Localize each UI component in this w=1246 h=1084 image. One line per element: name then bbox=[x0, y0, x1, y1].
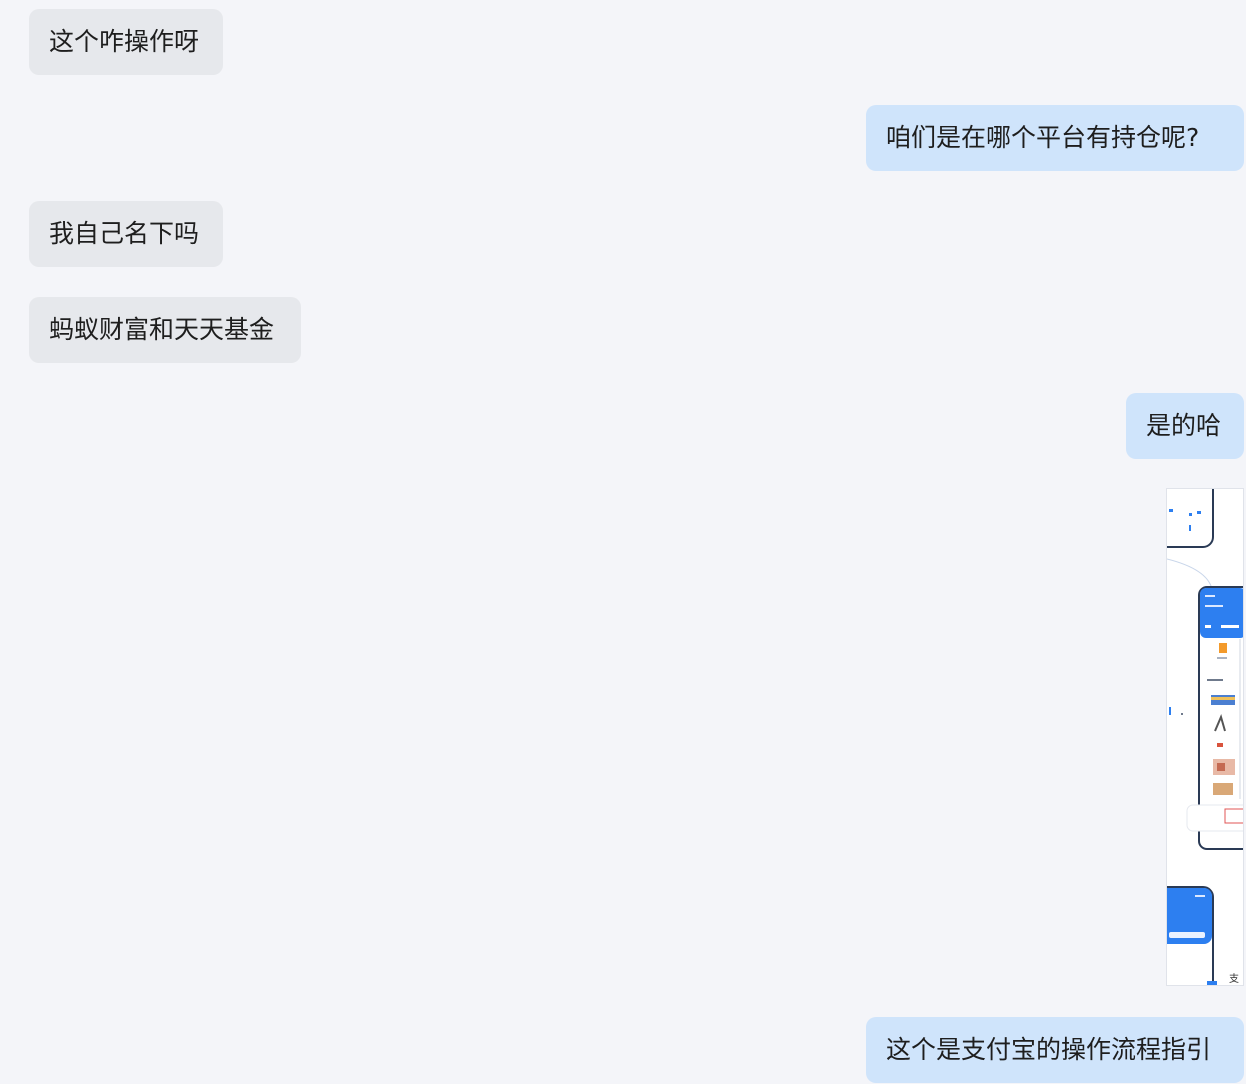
message-bubble-received[interactable]: 这个咋操作呀 bbox=[29, 9, 223, 75]
message-bubble-sent[interactable]: 这个是支付宝的操作流程指引 bbox=[866, 1017, 1244, 1083]
message-image-thumbnail[interactable]: 支 bbox=[1166, 488, 1244, 986]
chat-area: 这个咋操作呀 咱们是在哪个平台有持仓呢? 我自己名下吗 蚂蚁财富和天天基金 是的… bbox=[0, 0, 1246, 1084]
message-bubble-sent[interactable]: 咱们是在哪个平台有持仓呢? bbox=[866, 105, 1244, 171]
app-screenshot-image: 支 bbox=[1167, 489, 1243, 985]
image-caption: 支 bbox=[1229, 973, 1239, 985]
message-bubble-received[interactable]: 我自己名下吗 bbox=[29, 201, 223, 267]
message-bubble-sent[interactable]: 是的哈 bbox=[1126, 393, 1244, 459]
message-bubble-received[interactable]: 蚂蚁财富和天天基金 bbox=[29, 297, 301, 363]
